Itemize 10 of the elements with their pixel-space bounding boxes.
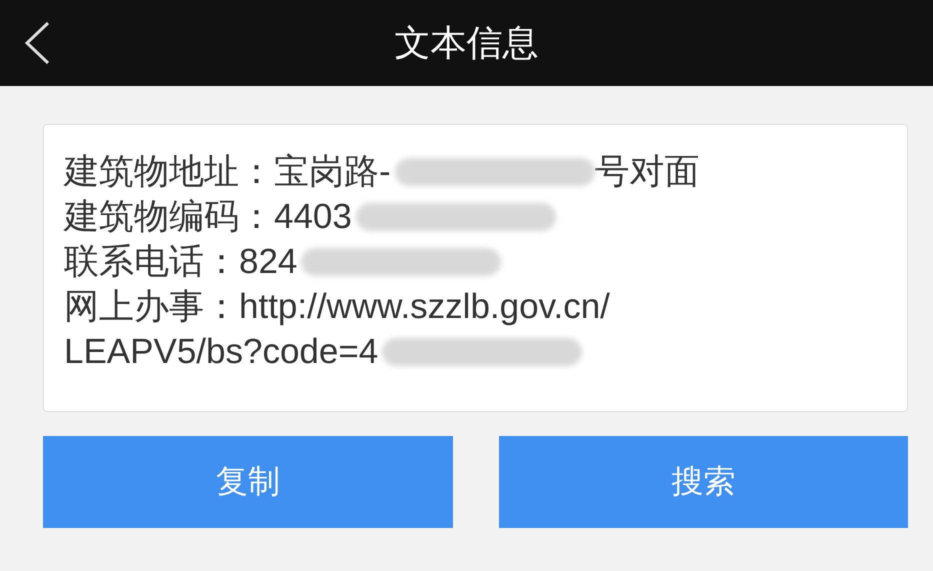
info-text: 联系电话：824: [64, 241, 298, 283]
back-icon[interactable]: [22, 20, 52, 66]
info-text: 建筑物地址：宝岗路-: [64, 151, 391, 193]
window-title: 文本信息: [394, 22, 538, 66]
info-text: LEAPV5/bs?code=4: [64, 332, 378, 372]
info-text: 网上办事：http://www.szzlb.gov.cn/: [64, 286, 610, 328]
copy-button[interactable]: 复制: [43, 436, 452, 528]
info-text: 建筑物编码：4403: [64, 196, 352, 238]
search-button[interactable]: 搜索: [498, 436, 908, 528]
info-text: 号对面: [594, 151, 700, 193]
